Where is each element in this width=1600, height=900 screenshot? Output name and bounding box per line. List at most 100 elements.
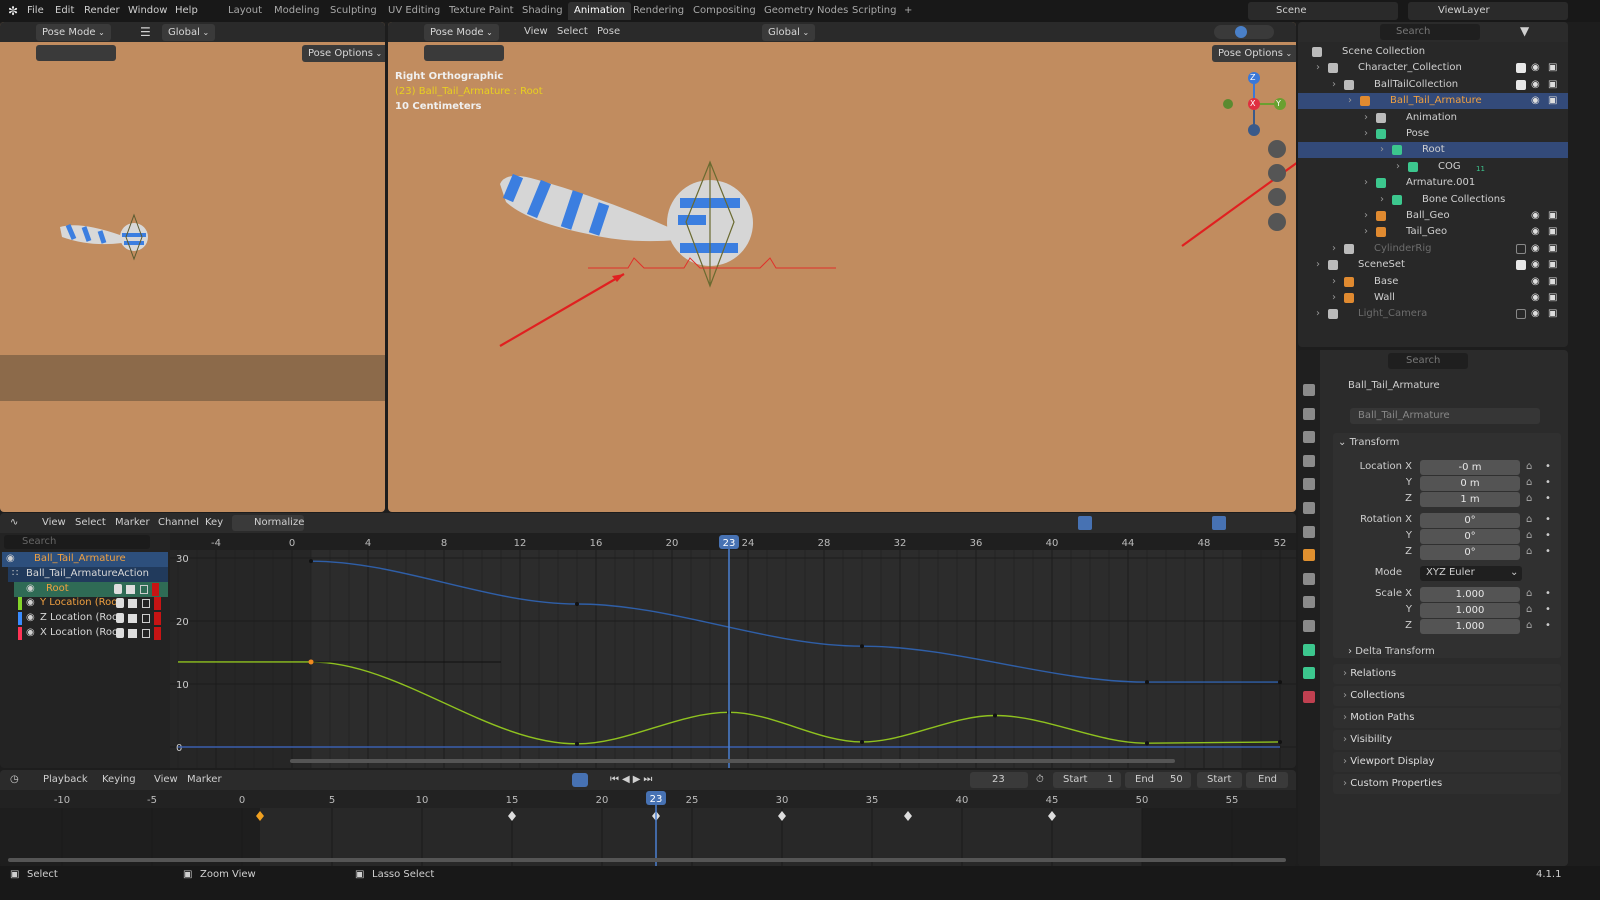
modifiers-tab-icon[interactable]	[1303, 572, 1315, 585]
graph-menu-select[interactable]: Select	[75, 516, 106, 530]
lock-icon[interactable]: ⌂	[1526, 619, 1532, 633]
channel-x-location-root[interactable]: ◉ X Location (Root)	[18, 626, 168, 641]
timeline-menu-view[interactable]: View	[154, 773, 178, 787]
workspace-tab-animation[interactable]: Animation	[568, 2, 631, 20]
left-3d-viewport[interactable]: Pose Mode ☰ Global Pose Options	[0, 22, 385, 512]
scale-x-field[interactable]: 1.000	[1420, 587, 1520, 602]
workspace-tab-rendering[interactable]: Rendering	[627, 4, 690, 18]
jump-end-button[interactable]: End	[1246, 772, 1288, 788]
eye-icon[interactable]: ◉	[1531, 258, 1540, 272]
outliner-item-ball-geo[interactable]: › Ball_Geo ◉ ▣	[1298, 208, 1568, 224]
eye-icon[interactable]: ◉	[1531, 307, 1540, 321]
expand-chevron-icon[interactable]: ›	[1364, 111, 1368, 125]
menu-help[interactable]: Help	[175, 4, 198, 18]
channel-search[interactable]: Search	[4, 535, 150, 549]
graph-plot[interactable]: -4 0 4 8 12 16 20 24 28 32 36 40 44 48 52010203023	[170, 533, 1296, 768]
keyframe-dot-icon[interactable]: •	[1545, 476, 1551, 490]
stopwatch-icon[interactable]: ⏱	[1036, 773, 1044, 787]
expand-chevron-icon[interactable]: ›	[1332, 275, 1336, 289]
camera-icon[interactable]: ▣	[1548, 275, 1557, 289]
auto-keying-record-icon[interactable]	[572, 773, 588, 787]
start-frame-field[interactable]: Start 1	[1053, 772, 1121, 788]
view-layer-selector[interactable]: ViewLayer	[1408, 2, 1568, 20]
only-selected-icon[interactable]	[1078, 516, 1092, 530]
expand-chevron-icon[interactable]: ›	[1364, 176, 1368, 190]
horizontal-scrollbar[interactable]	[290, 759, 1175, 763]
eye-icon[interactable]: ◉	[1531, 209, 1540, 223]
outliner-search[interactable]: Search	[1380, 24, 1480, 40]
exclude-checkbox[interactable]	[1516, 63, 1526, 74]
pan-hand-icon[interactable]	[1268, 164, 1286, 182]
keyframe-dot-icon[interactable]: •	[1545, 587, 1551, 601]
keyframe-point[interactable]	[993, 713, 997, 718]
channel-z-location-root[interactable]: ◉ Z Location (Root)	[18, 611, 168, 626]
expand-chevron-icon[interactable]: ›	[1364, 209, 1368, 223]
channel-y-location-root[interactable]: ◉ Y Location (Root)	[18, 596, 168, 611]
exclude-checkbox[interactable]	[1516, 309, 1526, 320]
mode-dropdown[interactable]: Pose Mode	[36, 24, 111, 41]
lock-icon[interactable]: ⌂	[1526, 460, 1532, 474]
mute-checkbox[interactable]	[126, 584, 135, 594]
camera-icon[interactable]: ▣	[1548, 291, 1557, 305]
expand-chevron-icon[interactable]: ›	[1332, 242, 1336, 256]
normalize-toggle[interactable]: Normalize	[232, 515, 304, 531]
menu-window[interactable]: Window	[128, 4, 167, 18]
panel-collections[interactable]: › Collections	[1333, 686, 1561, 706]
channel-ball-tail-armatureaction[interactable]: ∷ Ball_Tail_ArmatureAction	[8, 566, 168, 582]
camera-icon[interactable]: ▣	[1548, 78, 1557, 92]
expand-chevron-icon[interactable]: ›	[1380, 193, 1384, 207]
rotation-mode-dropdown[interactable]: XYZ Euler ⌄	[1420, 566, 1522, 581]
keyframe-dot-icon[interactable]: •	[1545, 460, 1551, 474]
eye-icon[interactable]: ◉	[26, 582, 35, 596]
end-frame-field[interactable]: End 50	[1125, 772, 1191, 788]
clock-editor-icon[interactable]: ◷	[10, 773, 19, 787]
graph-menu-channel[interactable]: Channel	[158, 516, 199, 530]
expand-chevron-icon[interactable]: ›	[1348, 94, 1352, 108]
timeline-track[interactable]: -10 -5 0 5 10 15 20 25 30 35 40 45 50 55 23	[0, 790, 1296, 866]
keyframe-point[interactable]	[860, 644, 864, 649]
keyframe-dot-icon[interactable]: •	[1545, 513, 1551, 527]
blender-logo-icon[interactable]: ✼	[8, 4, 18, 18]
workspace-tab-scripting[interactable]: Scripting	[846, 4, 902, 18]
expand-chevron-icon[interactable]: ›	[1316, 258, 1320, 272]
collection-tab-icon[interactable]	[1303, 525, 1315, 538]
zoom-icon[interactable]	[1268, 140, 1286, 158]
lock-icon[interactable]	[140, 584, 148, 594]
outliner-item-light-camera[interactable]: › Light_Camera ◉ ▣	[1298, 306, 1568, 322]
modifier-wrench-icon[interactable]	[116, 613, 124, 624]
outliner-item-wall[interactable]: › Wall ◉ ▣	[1298, 290, 1568, 306]
eye-icon[interactable]: ◉	[6, 552, 15, 566]
gizmo-x-label[interactable]: X	[1250, 97, 1255, 111]
lock-icon[interactable]: ⌂	[1526, 603, 1532, 617]
outliner-item-cylinderrig[interactable]: › CylinderRig ◉ ▣	[1298, 241, 1568, 257]
workspace-tab-uv-editing[interactable]: UV Editing	[382, 4, 446, 18]
mute-checkbox[interactable]	[128, 614, 137, 624]
panel-relations[interactable]: › Relations	[1333, 664, 1561, 684]
expand-chevron-icon[interactable]: ›	[1332, 78, 1336, 92]
lock-icon[interactable]: ⌂	[1526, 587, 1532, 601]
keyframe-dot-icon[interactable]: •	[1545, 619, 1551, 633]
camera-icon[interactable]: ▣	[1548, 258, 1557, 272]
render-tab-icon[interactable]	[1303, 407, 1315, 420]
expand-chevron-icon[interactable]: ›	[1316, 61, 1320, 75]
workspace-tab-sculpting[interactable]: Sculpting	[324, 4, 383, 18]
workspace-tab-layout[interactable]: Layout	[222, 4, 268, 18]
rotation-x-field[interactable]: 0°	[1420, 513, 1520, 528]
workspace-tab-compositing[interactable]: Compositing	[687, 4, 762, 18]
keyframe-dot-icon[interactable]: •	[1545, 545, 1551, 559]
camera-view-icon[interactable]	[1268, 188, 1286, 206]
eye-icon[interactable]: ◉	[1531, 275, 1540, 289]
keyframe-point[interactable]	[575, 741, 579, 746]
outliner-item-balltailcollection[interactable]: › BallTailCollection ◉ ▣	[1298, 77, 1568, 93]
expand-chevron-icon[interactable]: ›	[1396, 160, 1400, 174]
eye-icon[interactable]: ◉	[1531, 225, 1540, 239]
graph-menu-marker[interactable]: Marker	[115, 516, 150, 530]
exclude-checkbox[interactable]	[1516, 79, 1526, 90]
pose-options-dropdown[interactable]: Pose Options	[302, 45, 385, 62]
modifier-wrench-icon[interactable]	[116, 628, 124, 638]
channel-root[interactable]: ◉ Root	[14, 581, 168, 597]
keyframe-point[interactable]	[1145, 741, 1149, 746]
exclude-checkbox[interactable]	[1516, 243, 1526, 254]
modifier-wrench-icon[interactable]	[116, 598, 124, 609]
panel-viewport-display[interactable]: › Viewport Display	[1333, 752, 1561, 772]
